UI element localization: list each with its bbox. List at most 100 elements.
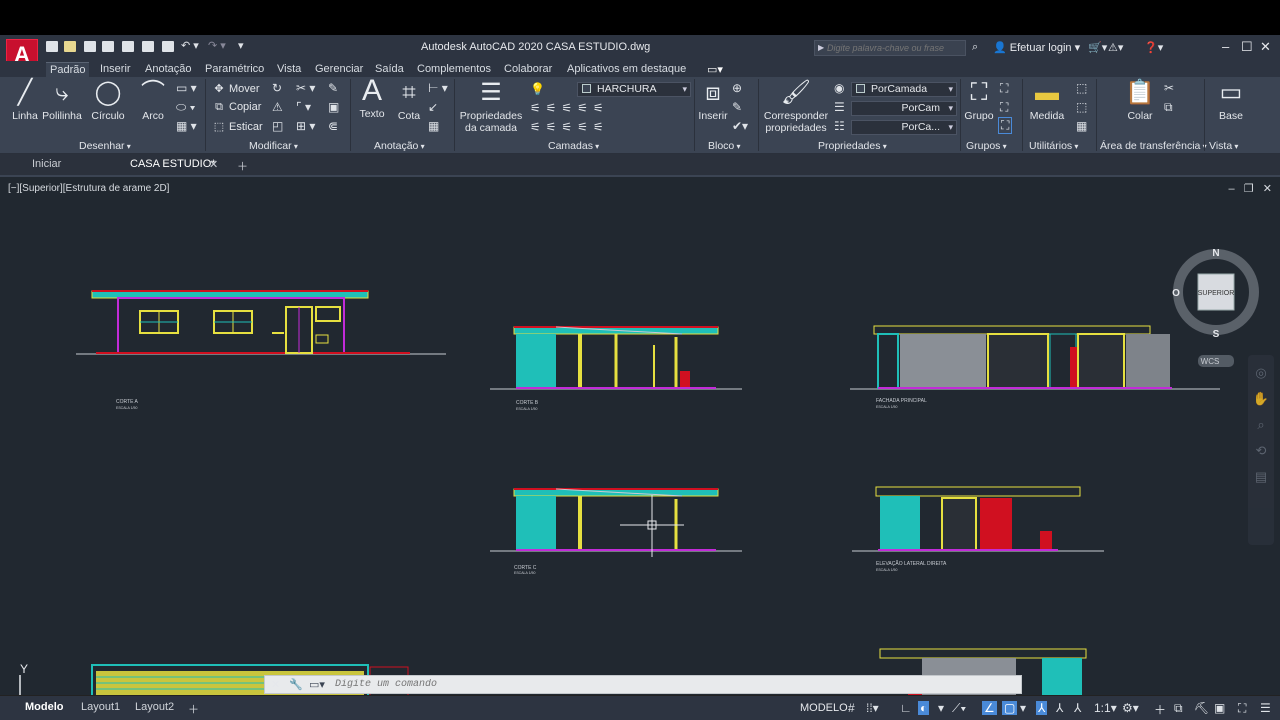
hatch-icon[interactable]: ▦ ▾ (176, 119, 197, 133)
layer-bulb-icon[interactable]: 💡 (530, 82, 545, 96)
tab-vista[interactable]: Vista (273, 62, 305, 76)
new-tab-icon[interactable]: ＋ (237, 158, 248, 174)
workspace-gear-icon[interactable]: ⚙▾ (1122, 701, 1139, 715)
copy-button[interactable]: ⧉ Copiar (212, 101, 261, 114)
annotation-visibility-icon[interactable]: ⅄ (1036, 701, 1048, 715)
steering-wheel-icon[interactable]: ◎ (1248, 365, 1274, 381)
quick-properties-icon[interactable]: ⛏ (1194, 701, 1209, 715)
layer-tools-icon[interactable]: ⚟⚟⚟⚟⚟ (530, 101, 609, 115)
paste-button[interactable]: 📋 Colar (1122, 80, 1158, 123)
annotation-scale-icon[interactable]: ⅄ (1074, 701, 1081, 715)
group-button[interactable]: ⛶ Grupo (962, 80, 996, 123)
command-prompt-icon[interactable]: ▭▾ (309, 678, 325, 691)
osnap-dropdown-icon[interactable]: ▾ (1020, 701, 1026, 715)
panel-label-utilitarios[interactable]: Utilitários (1029, 140, 1078, 152)
login-button[interactable]: 👤 Efetuar login ▾ (993, 41, 1080, 54)
panel-label-grupos[interactable]: Grupos (966, 140, 1007, 152)
search-box[interactable]: ▶ (814, 40, 966, 56)
command-input[interactable] (335, 677, 935, 692)
scale-dropdown[interactable]: 1:1▾ (1094, 701, 1117, 715)
auto-scale-icon[interactable]: ⅄ (1056, 701, 1063, 715)
object-snap-icon[interactable]: ▢ (1002, 701, 1018, 715)
grid-icon[interactable]: # (848, 701, 855, 715)
undo-icon[interactable]: ↶ ▾ (181, 39, 199, 52)
lineweight-icon[interactable]: ☷ (834, 119, 845, 133)
layer-properties-button[interactable]: ☰ Propriedades da camada (458, 80, 524, 135)
panel-label-desenhar[interactable]: Desenhar (79, 140, 131, 152)
insert-block-button[interactable]: ⧈ Inserir (696, 80, 730, 123)
quick-select-icon[interactable]: ⬚ (1076, 81, 1087, 95)
print-icon[interactable] (162, 41, 176, 55)
group-edit-icon[interactable]: ⛶ (1000, 100, 1008, 115)
save-icon[interactable] (84, 41, 98, 55)
layer-dropdown[interactable]: HARCHURA (577, 82, 691, 97)
customization-menu-icon[interactable]: ☰ (1260, 701, 1271, 715)
model-space-toggle[interactable]: MODELO (800, 702, 848, 714)
offset-icon[interactable]: ⋐ (328, 119, 338, 133)
panel-label-modificar[interactable]: Modificar (249, 140, 298, 152)
close-icon[interactable]: ✕ (1260, 39, 1271, 55)
mtext-icon[interactable]: ↙ (428, 100, 438, 114)
polyline-button[interactable]: ⤷ Polilinha (42, 80, 82, 123)
line-button[interactable]: ╱ Linha (8, 80, 42, 123)
base-view-button[interactable]: ▭ Base (1214, 80, 1248, 123)
move-button[interactable]: ✥ Mover (212, 82, 259, 95)
cut-icon[interactable]: ✂ (1164, 81, 1174, 95)
trim-icon[interactable]: ✂ ▾ (296, 81, 315, 95)
annotation-monitor-icon[interactable]: ＋ (1154, 701, 1166, 718)
rotate-icon[interactable]: ↻ (272, 81, 282, 95)
viewport-controls-label[interactable]: [−][Superior][Estrutura de arame 2D] (8, 183, 169, 194)
rectangle-icon[interactable]: ▭ ▾ (176, 81, 197, 95)
panel-label-anotacao[interactable]: Anotação (374, 140, 425, 152)
ellipse-icon[interactable]: ⬭ ▾ (176, 100, 195, 115)
block-attr-icon[interactable]: ✔▾ (732, 119, 748, 133)
tab-modelo[interactable]: Modelo (25, 701, 64, 713)
measure-button[interactable]: ▬ Medida (1026, 80, 1068, 123)
arc-button[interactable]: ⌒ Arco (138, 80, 168, 123)
pan-icon[interactable]: ✋ (1248, 391, 1274, 407)
array-icon[interactable]: ⊞ ▾ (296, 119, 315, 133)
command-line[interactable]: ✕ 🔧 ▭▾ (264, 675, 1022, 694)
tab-iniciar[interactable]: Iniciar (32, 158, 61, 170)
tab-gerenciar[interactable]: Gerenciar (311, 62, 367, 76)
new-file-icon[interactable] (46, 41, 60, 55)
mirror-icon[interactable]: ⚠ (272, 100, 283, 114)
maximize-icon[interactable]: ☐ (1241, 39, 1253, 55)
tab-parametrico[interactable]: Paramétrico (201, 62, 268, 76)
ribbon-options-icon[interactable]: ▭▾ (703, 62, 727, 77)
tab-complementos[interactable]: Complementos (413, 62, 495, 76)
tab-inserir[interactable]: Inserir (96, 62, 135, 76)
scale-icon[interactable]: ◰ (272, 119, 283, 133)
panel-label-propriedades[interactable]: Propriedades (818, 140, 887, 152)
zoom-extents-icon[interactable]: ⌕ (1248, 417, 1274, 433)
viewcube[interactable]: SUPERIOR N S O WCS (1172, 248, 1259, 367)
isodraft-icon[interactable]: ⟋▾ (952, 701, 966, 716)
tab-anotacao[interactable]: Anotação (141, 62, 195, 76)
match-properties-button[interactable]: 🖌 Corresponder propriedades (762, 80, 830, 135)
command-close-icon[interactable]: ✕ (271, 678, 280, 691)
command-customize-icon[interactable]: 🔧 (289, 678, 303, 691)
drawing-canvas[interactable]: CORTE A ESCALA 1/50 CORTE B ESCALA 1/50 (0, 177, 1280, 695)
redo-icon[interactable]: ↷ ▾ (208, 39, 226, 52)
explode-icon[interactable]: ▣ (328, 100, 339, 114)
layer-tools-2-icon[interactable]: ⚟⚟⚟⚟⚟ (530, 120, 609, 134)
linetype-dropdown[interactable]: PorCam (851, 101, 957, 116)
stretch-button[interactable]: ⬚ Esticar (212, 120, 263, 133)
tab-layout1[interactable]: Layout1 (81, 701, 120, 713)
panel-label-bloco[interactable]: Bloco (708, 140, 741, 152)
color-wheel-icon[interactable]: ◉ (834, 81, 844, 95)
search-input[interactable] (815, 41, 965, 55)
circle-button[interactable]: ◯ Círculo (90, 80, 126, 123)
viewport-restore-icon[interactable]: ❐ (1244, 183, 1254, 195)
text-button[interactable]: A Texto (356, 76, 388, 121)
showmotion-icon[interactable]: ▤ (1248, 469, 1274, 485)
ortho-icon[interactable]: ∟ (900, 701, 912, 715)
fillet-icon[interactable]: ⌜ ▾ (296, 100, 311, 114)
dimension-button[interactable]: ⌗ Cota (393, 80, 425, 123)
viewport-close-icon[interactable]: ✕ (1263, 183, 1272, 195)
tab-colaborar[interactable]: Colaborar (500, 62, 556, 76)
add-layout-icon[interactable]: ＋ (188, 701, 199, 717)
create-block-icon[interactable]: ⊕ (732, 81, 742, 95)
save-as-icon[interactable] (102, 41, 116, 55)
orbit-icon[interactable]: ⟲ (1248, 443, 1274, 459)
